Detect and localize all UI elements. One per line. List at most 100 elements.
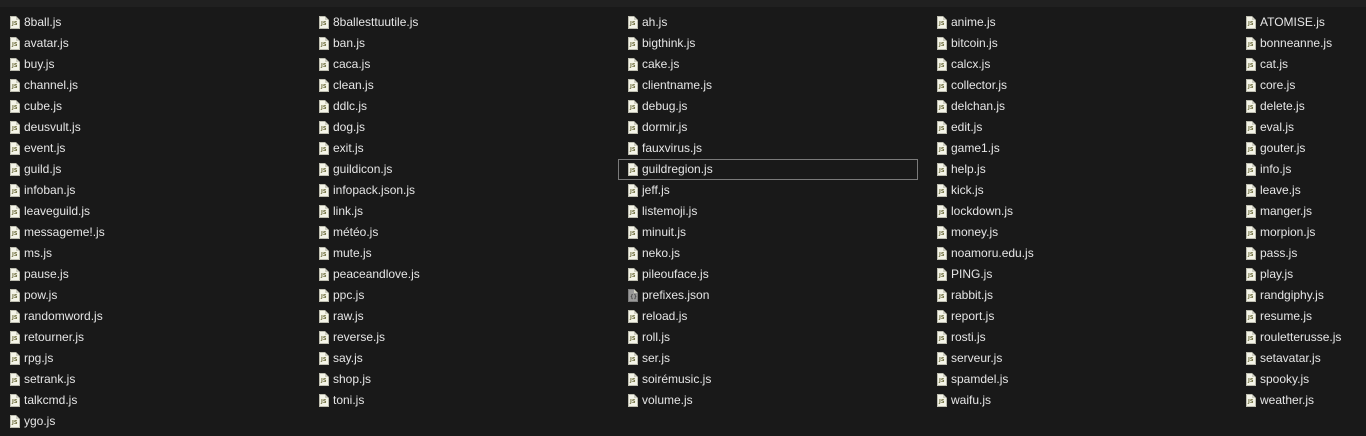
js-file-icon: JS — [10, 310, 20, 323]
file-item[interactable]: JS eval.js — [1236, 117, 1366, 138]
file-item[interactable]: JS say.js — [309, 348, 609, 369]
file-item[interactable]: JS listemoji.js — [618, 201, 918, 222]
file-item[interactable]: JS rpg.js — [0, 348, 300, 369]
file-item[interactable]: JS link.js — [309, 201, 609, 222]
file-item[interactable]: JS ah.js — [618, 12, 918, 33]
file-item[interactable]: JS fauxvirus.js — [618, 138, 918, 159]
file-item[interactable]: JS cat.js — [1236, 54, 1366, 75]
file-item[interactable]: JS leave.js — [1236, 180, 1366, 201]
file-item[interactable]: JS setavatar.js — [1236, 348, 1366, 369]
file-item[interactable]: JS channel.js — [0, 75, 300, 96]
file-item[interactable]: JS exit.js — [309, 138, 609, 159]
file-item[interactable]: JS buy.js — [0, 54, 300, 75]
js-file-icon: JS — [319, 79, 329, 92]
file-item[interactable]: JS randgiphy.js — [1236, 285, 1366, 306]
file-item[interactable]: JS report.js — [927, 306, 1227, 327]
file-item[interactable]: JS pileouface.js — [618, 264, 918, 285]
file-item[interactable]: JS ppc.js — [309, 285, 609, 306]
file-item[interactable]: JS cube.js — [0, 96, 300, 117]
file-item[interactable]: JS event.js — [0, 138, 300, 159]
file-item[interactable]: JS 8ball.js — [0, 12, 300, 33]
file-item[interactable]: JS infopack.json.js — [309, 180, 609, 201]
file-item[interactable]: JS retourner.js — [0, 327, 300, 348]
file-item[interactable]: JS money.js — [927, 222, 1227, 243]
file-item[interactable]: JS spooky.js — [1236, 369, 1366, 390]
file-item[interactable]: JS ATOMISE.js — [1236, 12, 1366, 33]
file-item[interactable]: JS neko.js — [618, 243, 918, 264]
file-item[interactable]: JS ser.js — [618, 348, 918, 369]
file-item[interactable]: JS soirémusic.js — [618, 369, 918, 390]
file-item[interactable]: JS volume.js — [618, 390, 918, 411]
file-item[interactable]: JS collector.js — [927, 75, 1227, 96]
file-item[interactable]: JS pause.js — [0, 264, 300, 285]
file-item[interactable]: JS anime.js — [927, 12, 1227, 33]
file-item[interactable]: JS randomword.js — [0, 306, 300, 327]
file-item[interactable]: JS avatar.js — [0, 33, 300, 54]
file-item[interactable]: JS debug.js — [618, 96, 918, 117]
file-item[interactable]: JS clean.js — [309, 75, 609, 96]
file-item[interactable]: JS noamoru.edu.js — [927, 243, 1227, 264]
file-item[interactable]: JS ddlc.js — [309, 96, 609, 117]
file-item[interactable]: JS deusvult.js — [0, 117, 300, 138]
file-item[interactable]: JS jeff.js — [618, 180, 918, 201]
file-item[interactable]: JS talkcmd.js — [0, 390, 300, 411]
file-item[interactable]: JS ygo.js — [0, 411, 300, 432]
file-item[interactable]: JS minuit.js — [618, 222, 918, 243]
file-item[interactable]: JS dormir.js — [618, 117, 918, 138]
file-item[interactable]: JS dog.js — [309, 117, 609, 138]
file-item[interactable]: JS clientname.js — [618, 75, 918, 96]
file-item[interactable]: JS cake.js — [618, 54, 918, 75]
file-item[interactable]: JS serveur.js — [927, 348, 1227, 369]
file-item[interactable]: JS morpion.js — [1236, 222, 1366, 243]
file-item[interactable]: JS calcx.js — [927, 54, 1227, 75]
file-item[interactable]: JS raw.js — [309, 306, 609, 327]
file-item[interactable]: JS weather.js — [1236, 390, 1366, 411]
file-item[interactable]: JS reload.js — [618, 306, 918, 327]
file-item[interactable]: JS mute.js — [309, 243, 609, 264]
file-item[interactable]: JS leaveguild.js — [0, 201, 300, 222]
file-item[interactable]: JS game1.js — [927, 138, 1227, 159]
file-item[interactable]: JS manger.js — [1236, 201, 1366, 222]
file-item[interactable]: JS 8ballesttuutile.js — [309, 12, 609, 33]
file-item[interactable]: JS delete.js — [1236, 96, 1366, 117]
file-item[interactable]: {} prefixes.json — [618, 285, 918, 306]
file-item[interactable]: JS caca.js — [309, 54, 609, 75]
file-item[interactable]: JS edit.js — [927, 117, 1227, 138]
file-item[interactable]: JS gouter.js — [1236, 138, 1366, 159]
file-item[interactable]: JS delchan.js — [927, 96, 1227, 117]
file-list-view[interactable]: JS 8ball.js JS avatar.js JS buy.js JS channel.j… — [0, 12, 1366, 436]
file-item[interactable]: JS bigthink.js — [618, 33, 918, 54]
file-item[interactable]: JS guildicon.js — [309, 159, 609, 180]
file-item[interactable]: JS météo.js — [309, 222, 609, 243]
file-item[interactable]: JS kick.js — [927, 180, 1227, 201]
file-item[interactable]: JS PING.js — [927, 264, 1227, 285]
file-item[interactable]: JS shop.js — [309, 369, 609, 390]
file-item[interactable]: JS infoban.js — [0, 180, 300, 201]
file-item[interactable]: JS help.js — [927, 159, 1227, 180]
file-item[interactable]: JS setrank.js — [0, 369, 300, 390]
file-item[interactable]: JS resume.js — [1236, 306, 1366, 327]
file-item[interactable]: JS play.js — [1236, 264, 1366, 285]
file-item[interactable]: JS info.js — [1236, 159, 1366, 180]
file-item[interactable]: JS pass.js — [1236, 243, 1366, 264]
file-item[interactable]: JS ban.js — [309, 33, 609, 54]
file-item[interactable]: JS toni.js — [309, 390, 609, 411]
file-item[interactable]: JS rouletterusse.js — [1236, 327, 1366, 348]
file-item[interactable]: JS peaceandlove.js — [309, 264, 609, 285]
file-item[interactable]: JS bonneanne.js — [1236, 33, 1366, 54]
file-item[interactable]: JS rabbit.js — [927, 285, 1227, 306]
file-item[interactable]: JS ms.js — [0, 243, 300, 264]
file-item[interactable]: JS reverse.js — [309, 327, 609, 348]
file-item[interactable]: JS roll.js — [618, 327, 918, 348]
file-item[interactable]: JS rosti.js — [927, 327, 1227, 348]
file-item[interactable]: JS spamdel.js — [927, 369, 1227, 390]
file-item[interactable]: JS messageme!.js — [0, 222, 300, 243]
file-item[interactable]: JS bitcoin.js — [927, 33, 1227, 54]
file-item[interactable]: JS waifu.js — [927, 390, 1227, 411]
file-item[interactable]: JS guild.js — [0, 159, 300, 180]
file-item[interactable]: JS pow.js — [0, 285, 300, 306]
file-item[interactable]: JS core.js — [1236, 75, 1366, 96]
file-item-focused[interactable]: JS guildregion.js — [618, 159, 918, 180]
file-name: ygo.js — [24, 414, 56, 428]
file-item[interactable]: JS lockdown.js — [927, 201, 1227, 222]
